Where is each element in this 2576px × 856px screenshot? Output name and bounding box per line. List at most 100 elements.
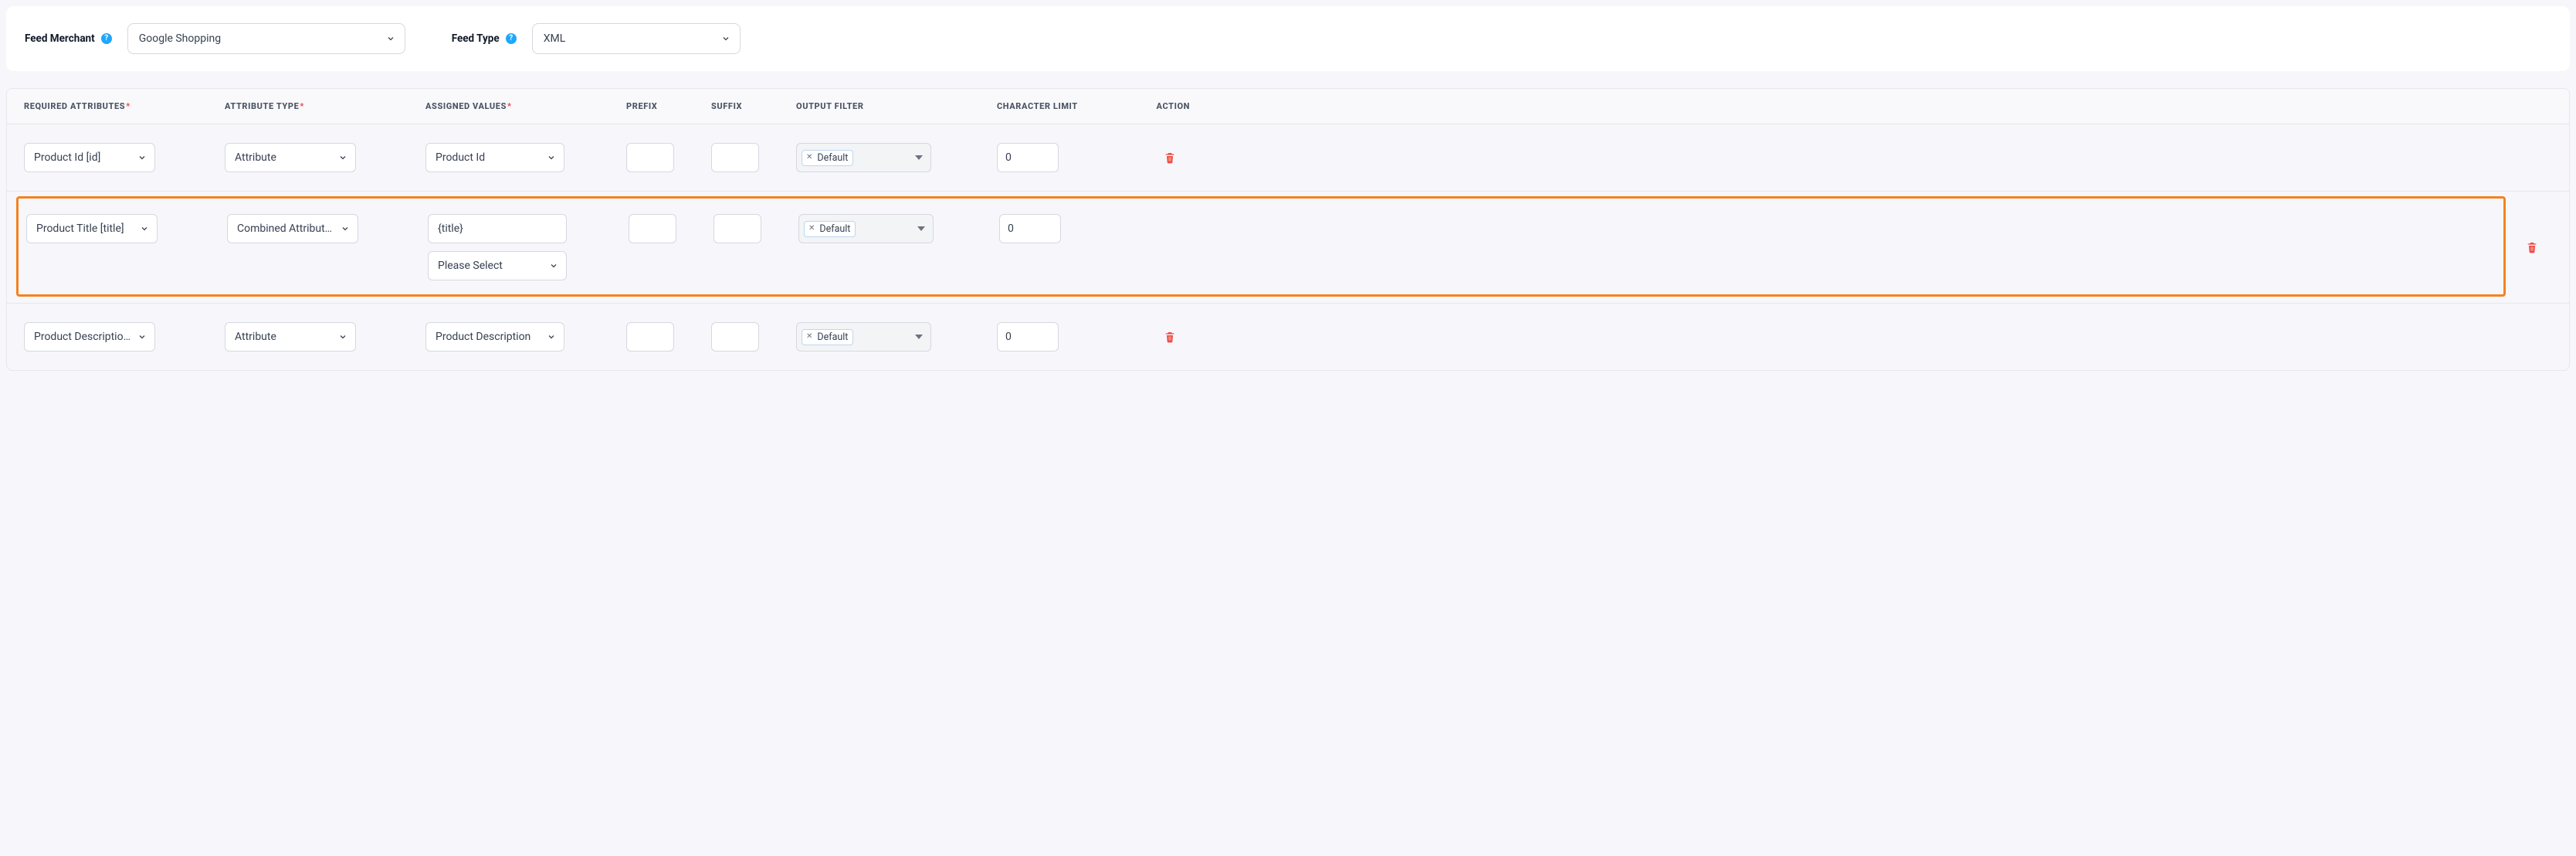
cell-character-limit: 0 (997, 143, 1144, 172)
th-suffix: SUFFIX (711, 101, 796, 111)
attributes-table: REQUIRED ATTRIBUTES* ATTRIBUTE TYPE* ASS… (6, 88, 2570, 371)
feed-config-card: Feed Merchant ? Google Shopping Feed Typ… (6, 6, 2570, 71)
th-assigned-values: ASSIGNED VALUES* (425, 101, 626, 111)
character-limit-input[interactable]: 0 (997, 322, 1059, 352)
attribute-type-value: Attribute (235, 331, 276, 343)
character-limit-input[interactable]: 0 (997, 143, 1059, 172)
cell-action (2506, 192, 2552, 303)
trash-icon (2526, 240, 2538, 254)
help-icon[interactable]: ? (101, 33, 112, 44)
chevron-down-icon (549, 261, 558, 270)
output-filter-select[interactable]: ✕ Default (796, 143, 931, 172)
character-limit-value: 0 (1005, 151, 1012, 164)
table-row: Product Description [description] Attrib… (7, 304, 2569, 370)
remove-tag-icon[interactable]: ✕ (808, 225, 815, 233)
chevron-down-icon (137, 332, 147, 341)
cell-prefix (626, 322, 711, 352)
table-row: Product Id [id] Attribute Product Id (7, 124, 2569, 192)
suffix-input[interactable] (711, 143, 759, 172)
cell-suffix (713, 214, 798, 243)
cell-action (1144, 143, 1190, 172)
attribute-type-value: Attribute (235, 151, 276, 164)
th-text: ASSIGNED VALUES (425, 101, 507, 111)
chevron-down-icon (140, 224, 149, 233)
output-filter-select[interactable]: ✕ Default (796, 322, 931, 352)
th-prefix: PREFIX (626, 101, 711, 111)
prefix-input[interactable] (626, 322, 674, 352)
required-attribute-select[interactable]: Product Title [title] (26, 214, 158, 243)
assigned-value-text: Product Id (436, 151, 485, 164)
cell-prefix (629, 214, 713, 243)
prefix-input[interactable] (626, 143, 674, 172)
required-attribute-value: Product Id [id] (34, 151, 100, 164)
th-text: ATTRIBUTE TYPE (225, 101, 299, 111)
chevron-down-icon (338, 332, 347, 341)
remove-tag-icon[interactable]: ✕ (805, 154, 813, 161)
output-filter-tag-text: Default (817, 152, 848, 164)
output-filter-select[interactable]: ✕ Default (798, 214, 934, 243)
assigned-value-extra-text: Please Select (438, 260, 503, 272)
character-limit-value: 0 (1008, 222, 1014, 235)
cell-action (1144, 322, 1190, 352)
feed-merchant-select[interactable]: Google Shopping (127, 23, 405, 54)
th-output-filter: OUTPUT FILTER (796, 101, 997, 111)
th-attribute-type: ATTRIBUTE TYPE* (225, 101, 425, 111)
delete-row-button[interactable] (2523, 237, 2541, 257)
highlighted-region: Product Title [title] Combined Attribute… (16, 196, 2506, 297)
trash-icon (1164, 330, 1176, 344)
assigned-value-select[interactable]: Product Id (425, 143, 564, 172)
cell-required-attribute: Product Description [description] (24, 322, 225, 352)
cell-output-filter: ✕ Default (798, 214, 999, 243)
trash-icon (1164, 151, 1176, 165)
cell-suffix (711, 322, 796, 352)
caret-down-icon (917, 225, 925, 233)
th-required-attributes: REQUIRED ATTRIBUTES* (24, 101, 225, 111)
output-filter-tag-text: Default (819, 223, 850, 235)
delete-row-button[interactable] (1161, 327, 1179, 347)
chevron-down-icon (547, 153, 556, 162)
delete-row-button[interactable] (1161, 148, 1179, 168)
feed-type-select[interactable]: XML (532, 23, 741, 54)
required-attribute-select[interactable]: Product Id [id] (24, 143, 155, 172)
attribute-type-select[interactable]: Combined Attributes (227, 214, 358, 243)
cell-required-attribute: Product Id [id] (24, 143, 225, 172)
cell-required-attribute: Product Title [title] (26, 214, 227, 243)
character-limit-input[interactable]: 0 (999, 214, 1061, 243)
suffix-input[interactable] (713, 214, 761, 243)
caret-down-icon (915, 154, 923, 161)
required-attribute-value: Product Description [description] (34, 331, 131, 343)
remove-tag-icon[interactable]: ✕ (805, 333, 813, 341)
help-icon[interactable]: ? (506, 33, 517, 44)
required-attribute-value: Product Title [title] (36, 222, 124, 235)
assigned-value-select[interactable]: Product Description (425, 322, 564, 352)
prefix-input[interactable] (629, 214, 676, 243)
feed-merchant-value: Google Shopping (139, 32, 221, 45)
cell-assigned-values: Product Id (425, 143, 626, 172)
required-attribute-select[interactable]: Product Description [description] (24, 322, 155, 352)
feed-merchant-label-text: Feed Merchant (25, 32, 95, 45)
character-limit-value: 0 (1005, 331, 1012, 343)
feed-type-value: XML (544, 32, 566, 45)
assigned-value-extra-select[interactable]: Please Select (428, 251, 567, 280)
cell-attribute-type: Attribute (225, 143, 425, 172)
th-text: REQUIRED ATTRIBUTES (24, 101, 125, 111)
cell-attribute-type: Attribute (225, 322, 425, 352)
output-filter-tag: ✕ Default (802, 150, 853, 166)
chevron-down-icon (547, 332, 556, 341)
attribute-type-select[interactable]: Attribute (225, 322, 356, 352)
feed-merchant-group: Feed Merchant ? Google Shopping (25, 23, 405, 54)
chevron-down-icon (386, 34, 395, 43)
attribute-type-select[interactable]: Attribute (225, 143, 356, 172)
feed-type-label-text: Feed Type (452, 32, 500, 45)
assigned-value-input[interactable]: {title} (428, 214, 567, 243)
output-filter-tag-text: Default (817, 331, 848, 343)
suffix-input[interactable] (711, 322, 759, 352)
chevron-down-icon (137, 153, 147, 162)
chevron-down-icon (338, 153, 347, 162)
cell-attribute-type: Combined Attributes (227, 214, 428, 243)
feed-type-label: Feed Type ? (452, 32, 517, 45)
output-filter-tag: ✕ Default (804, 221, 856, 237)
table-row: Product Title [title] Combined Attribute… (7, 192, 2569, 304)
feed-type-group: Feed Type ? XML (452, 23, 741, 54)
chevron-down-icon (721, 34, 730, 43)
